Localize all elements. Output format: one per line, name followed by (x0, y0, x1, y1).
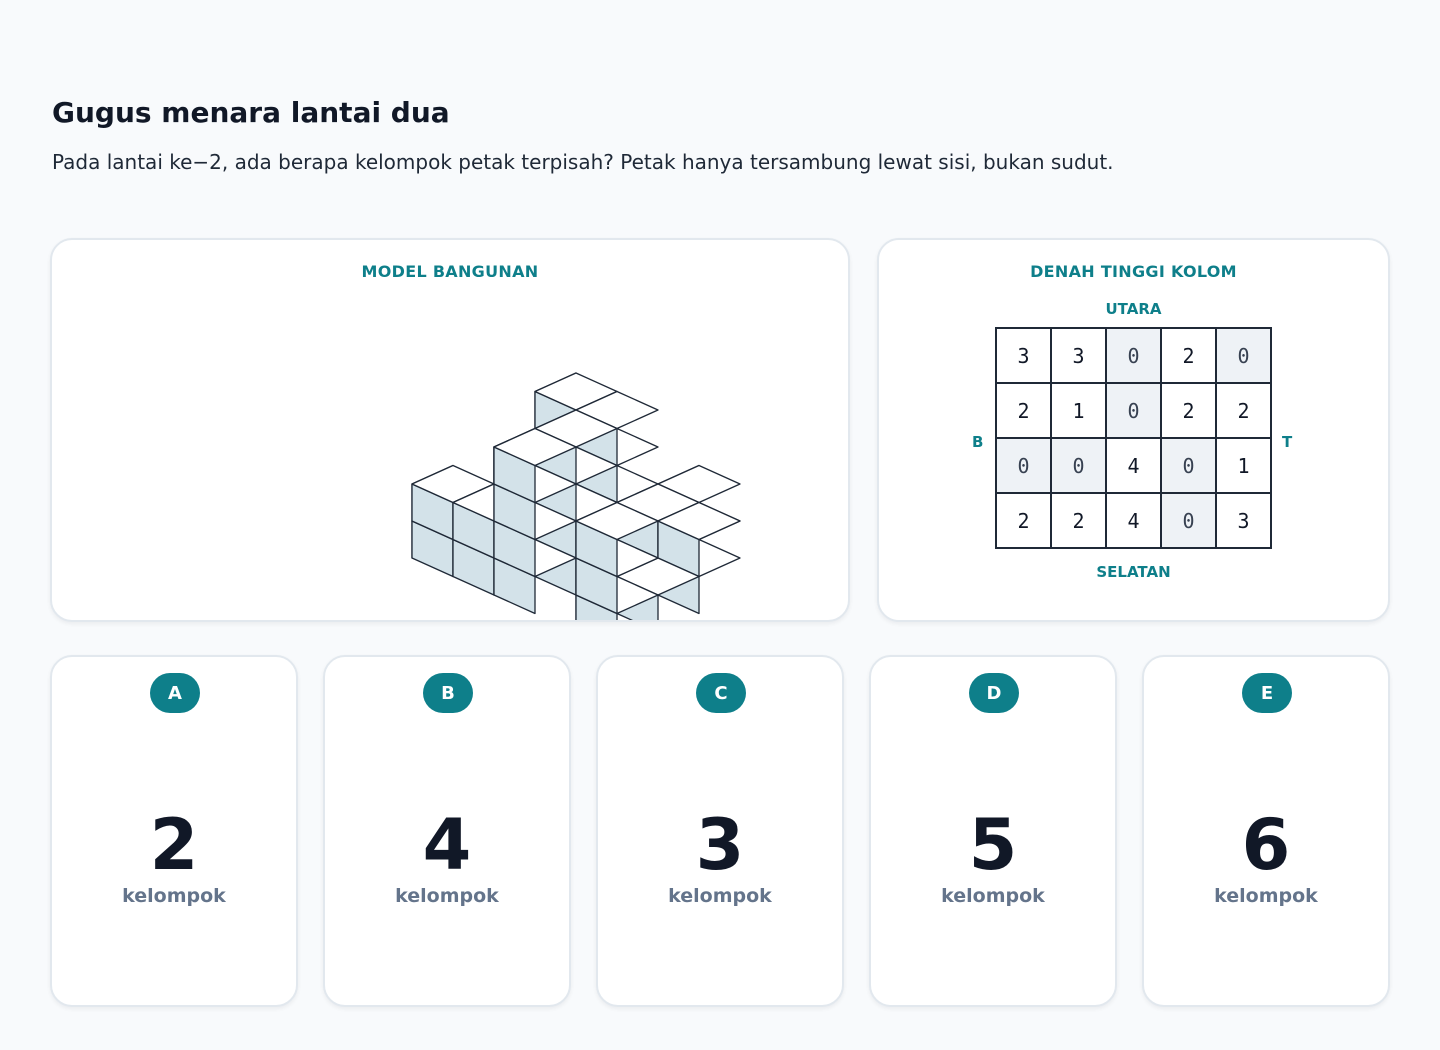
option-value: 3 (695, 804, 745, 886)
grid-cell: 2 (1160, 327, 1217, 384)
grid-cell: 1 (1215, 437, 1272, 494)
option-card-a[interactable]: A 2 kelompok (50, 655, 298, 1007)
grid-cell: 2 (1050, 492, 1107, 549)
option-unit: kelompok (1214, 885, 1318, 907)
grid-cell: 2 (1160, 382, 1217, 439)
option-letter-badge: D (969, 673, 1019, 713)
option-letter-badge: E (1242, 673, 1292, 713)
option-value: 4 (422, 804, 472, 886)
grid-cell: 1 (1050, 382, 1107, 439)
direction-south-label: SELATAN (1096, 563, 1171, 581)
height-map-panel: DENAH TINGGI KOLOM UTARA SELATAN B T 3 3… (877, 238, 1390, 622)
option-unit: kelompok (122, 885, 226, 907)
option-value: 5 (968, 804, 1018, 886)
grid-cell: 0 (1050, 437, 1107, 494)
direction-north-label: UTARA (1105, 300, 1162, 318)
grid-cell: 2 (995, 382, 1052, 439)
grid-cell: 0 (1215, 327, 1272, 384)
isometric-model (411, 372, 741, 620)
option-letter-badge: C (696, 673, 746, 713)
option-letter-badge: A (150, 673, 200, 713)
grid-row: 2 2 4 0 3 (995, 492, 1272, 549)
grid-cell: 0 (995, 437, 1052, 494)
option-letter-badge: B (423, 673, 473, 713)
option-value: 2 (149, 804, 199, 886)
grid-row: 3 3 0 2 0 (995, 327, 1272, 384)
grid-cell: 3 (995, 327, 1052, 384)
option-card-d[interactable]: D 5 kelompok (869, 655, 1117, 1007)
grid-cell: 0 (1105, 382, 1162, 439)
grid-cell: 3 (1050, 327, 1107, 384)
grid-cell: 4 (1105, 437, 1162, 494)
height-grid: 3 3 0 2 0 2 1 0 2 2 0 0 4 0 1 2 2 4 0 3 (995, 327, 1272, 549)
option-card-e[interactable]: E 6 kelompok (1142, 655, 1390, 1007)
option-unit: kelompok (395, 885, 499, 907)
grid-cell: 2 (1215, 382, 1272, 439)
map-panel-title: DENAH TINGGI KOLOM (1030, 262, 1237, 281)
option-card-b[interactable]: B 4 kelompok (323, 655, 571, 1007)
grid-cell: 0 (1160, 492, 1217, 549)
direction-east-label: T (1282, 433, 1293, 451)
grid-row: 0 0 4 0 1 (995, 437, 1272, 494)
question-text: Pada lantai ke−2, ada berapa kelompok pe… (52, 150, 1114, 174)
option-value: 6 (1241, 804, 1291, 886)
model-panel: MODEL BANGUNAN (50, 238, 850, 622)
grid-row: 2 1 0 2 2 (995, 382, 1272, 439)
grid-cell: 4 (1105, 492, 1162, 549)
page-title: Gugus menara lantai dua (52, 96, 450, 129)
grid-cell: 0 (1105, 327, 1162, 384)
grid-cell: 0 (1160, 437, 1217, 494)
grid-cell: 3 (1215, 492, 1272, 549)
option-card-c[interactable]: C 3 kelompok (596, 655, 844, 1007)
option-unit: kelompok (668, 885, 772, 907)
option-unit: kelompok (941, 885, 1045, 907)
direction-west-label: B (972, 433, 984, 451)
grid-cell: 2 (995, 492, 1052, 549)
